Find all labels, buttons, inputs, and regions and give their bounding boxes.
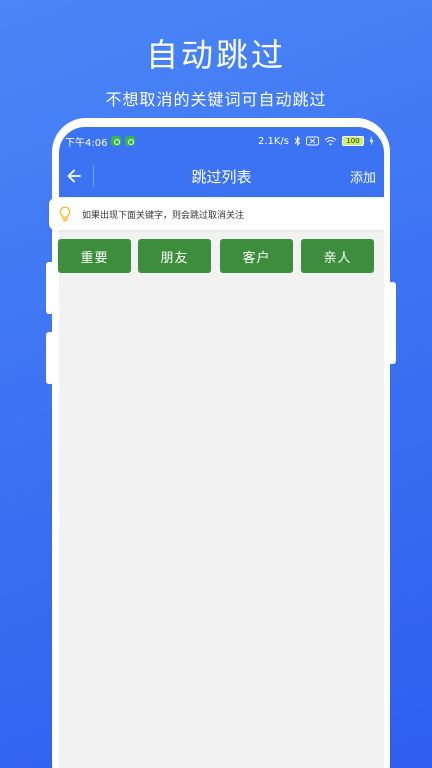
add-keyword-button[interactable]: 添加 <box>350 167 376 186</box>
notification-icon <box>125 136 136 146</box>
keyword-button[interactable]: 朋友 <box>138 239 211 273</box>
network-speed: 2.1K/s <box>257 135 289 147</box>
lightbulb-icon <box>59 206 71 222</box>
keyword-button[interactable]: 重要 <box>58 239 131 273</box>
back-button[interactable] <box>63 165 85 187</box>
notification-icon <box>111 136 122 146</box>
battery-icon: 100 <box>342 136 364 146</box>
keyword-button[interactable]: 客户 <box>220 239 293 273</box>
promo-subtitle: 不想取消的关键词可自动跳过 <box>105 90 327 109</box>
toolbar-divider <box>93 166 94 186</box>
bluetooth-icon <box>294 136 301 146</box>
keyword-button[interactable]: 亲人 <box>301 239 374 273</box>
page-title: 跳过列表 <box>191 167 252 186</box>
arrow-left-icon <box>67 169 81 183</box>
charging-icon <box>369 136 374 146</box>
status-bar: 下午4:06 2.1K/s 100 <box>59 127 384 155</box>
status-time: 下午4:06 <box>65 137 108 149</box>
sim-icon <box>306 136 319 146</box>
app-bar: 下午4:06 2.1K/s 100 跳过列表 添加 <box>59 127 384 197</box>
toolbar: 跳过列表 添加 <box>59 157 384 195</box>
tip-bar: 如果出现下面关键字，则会跳过取消关注 <box>49 198 384 230</box>
wifi-icon <box>324 137 337 146</box>
promo-title: 自动跳过 <box>145 36 286 74</box>
keyword-list: 重要 朋友 客户 亲人 <box>58 239 378 273</box>
tip-text: 如果出现下面关键字，则会跳过取消关注 <box>82 210 245 221</box>
